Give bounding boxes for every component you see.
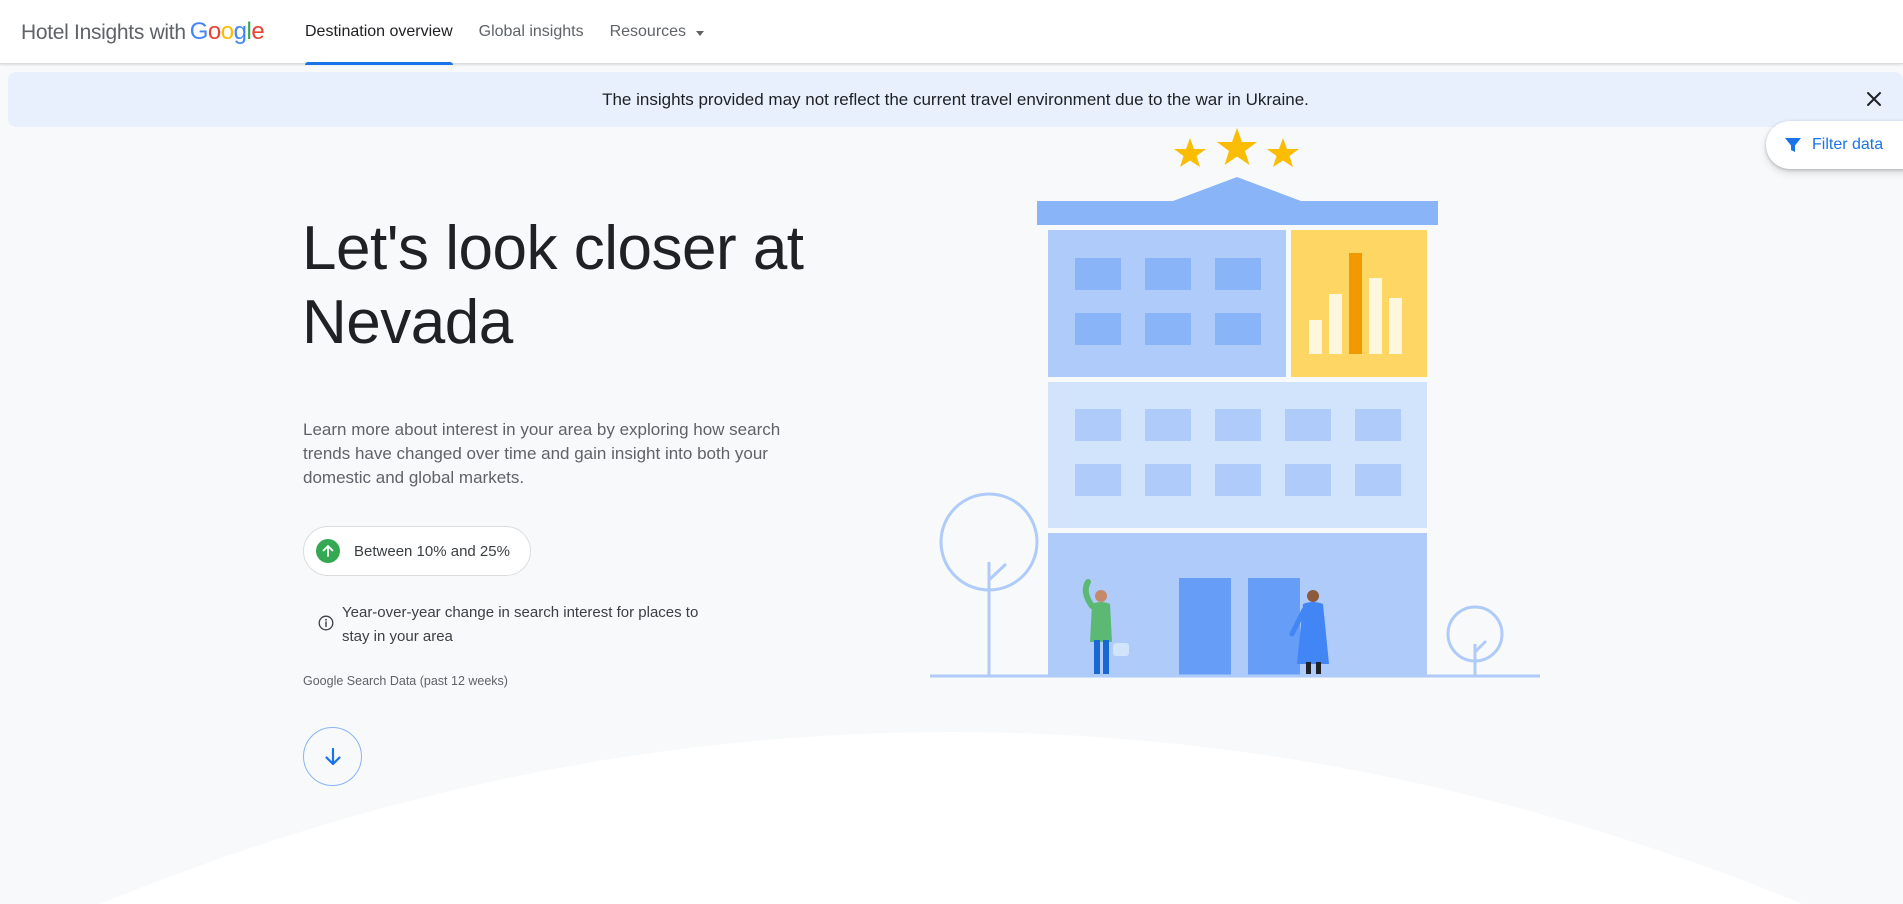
tab-global-insights[interactable]: Global insights — [479, 0, 584, 64]
filter-icon — [1785, 138, 1801, 152]
filter-data-label: Filter data — [1812, 136, 1884, 153]
banner-text: The insights provided may not reflect th… — [602, 89, 1309, 109]
data-source-label: Google Search Data (past 12 weeks) — [303, 674, 508, 688]
section-curve — [100, 732, 1803, 904]
tab-label: Global insights — [478, 23, 584, 40]
dropdown-caret-icon — [696, 30, 705, 36]
info-icon — [318, 615, 334, 631]
scroll-down-button[interactable] — [303, 727, 362, 786]
tab-label: Resources — [609, 23, 687, 40]
filter-data-button[interactable]: Filter data — [1766, 121, 1903, 169]
page-title: Let's look closer at Nevada — [302, 212, 862, 360]
metric-explanation: Year-over-year change in search interest… — [318, 601, 718, 649]
close-banner-button[interactable] — [1859, 84, 1889, 114]
arrow-up-icon — [316, 539, 340, 563]
top-app-bar: Hotel Insights with Google Destination o… — [0, 0, 1903, 65]
search-interest-change-chip: Between 10% and 25% — [303, 526, 531, 576]
chip-label: Between 10% and 25% — [354, 542, 510, 560]
tab-resources[interactable]: Resources — [609, 0, 705, 64]
page-title-line-1: Let's look closer at — [302, 214, 804, 283]
tab-destination-overview[interactable]: Destination overview — [305, 0, 453, 65]
logo-prefix: Hotel Insights with — [21, 21, 186, 44]
star-icon-group — [1174, 128, 1299, 167]
notice-banner: The insights provided may not reflect th… — [8, 72, 1903, 127]
hero-description: Learn more about interest in your area b… — [303, 420, 781, 487]
tab-label: Destination overview — [305, 23, 453, 40]
close-icon — [1867, 92, 1881, 106]
google-wordmark: Google — [189, 18, 265, 45]
main-nav: Destination overview Global insights Res… — [305, 0, 730, 65]
page-title-location: Nevada — [302, 288, 513, 357]
hotel-illustration — [930, 128, 1540, 678]
metric-explanation-text: Year-over-year change in search interest… — [342, 604, 699, 645]
arrow-down-icon — [324, 747, 341, 765]
hotel-insights-logo[interactable]: Hotel Insights with Google — [21, 18, 265, 46]
